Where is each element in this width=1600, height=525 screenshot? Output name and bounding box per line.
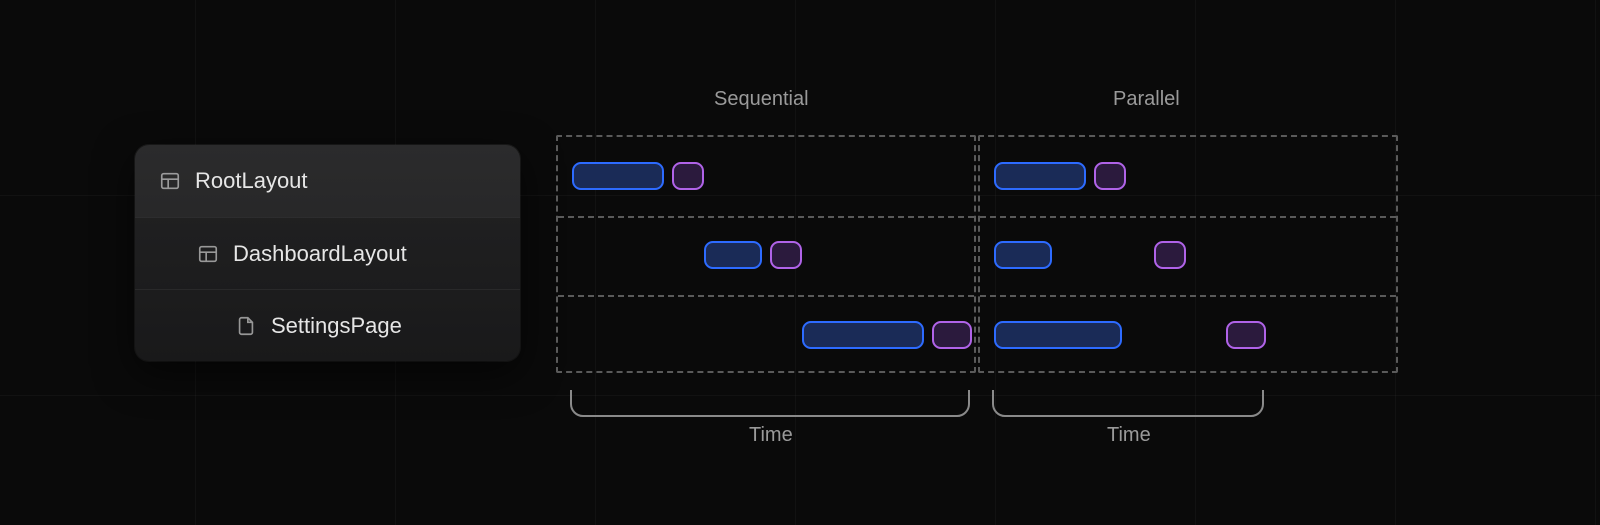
sequential-grid	[556, 135, 976, 373]
seq-render-bar-settings	[932, 321, 972, 349]
par-fetch-bar-settings	[994, 321, 1122, 349]
seq-render-bar-root	[672, 162, 704, 190]
parallel-grid	[978, 135, 1398, 373]
tree-row-label: RootLayout	[195, 168, 308, 194]
tree-row-label: SettingsPage	[271, 313, 402, 339]
heading-sequential: Sequential	[714, 88, 809, 111]
grid-divider	[980, 216, 1396, 218]
page-icon	[235, 315, 257, 337]
seq-fetch-bar-root	[572, 162, 664, 190]
route-tree-card: RootLayout DashboardLayout SettingsPage	[135, 145, 520, 361]
tree-row-label: DashboardLayout	[233, 241, 407, 267]
grid-divider	[558, 295, 974, 297]
layout-icon	[197, 243, 219, 265]
seq-fetch-bar-settings	[802, 321, 924, 349]
par-fetch-bar-root	[994, 162, 1086, 190]
time-label-sequential: Time	[749, 424, 793, 447]
time-label-parallel: Time	[1107, 424, 1151, 447]
tree-row-root: RootLayout	[135, 145, 520, 217]
time-bracket-parallel	[992, 390, 1264, 418]
heading-parallel: Parallel	[1113, 88, 1180, 111]
par-fetch-bar-dashboard	[994, 241, 1052, 269]
tree-row-dashboard: DashboardLayout	[135, 217, 520, 289]
tree-row-settings: SettingsPage	[135, 289, 520, 361]
par-render-bar-dashboard	[1154, 241, 1186, 269]
layout-icon	[159, 170, 181, 192]
par-render-bar-root	[1094, 162, 1126, 190]
seq-render-bar-dashboard	[770, 241, 802, 269]
time-bracket-sequential	[570, 390, 970, 418]
grid-divider	[980, 295, 1396, 297]
seq-fetch-bar-dashboard	[704, 241, 762, 269]
par-render-bar-settings	[1226, 321, 1266, 349]
grid-divider	[558, 216, 974, 218]
